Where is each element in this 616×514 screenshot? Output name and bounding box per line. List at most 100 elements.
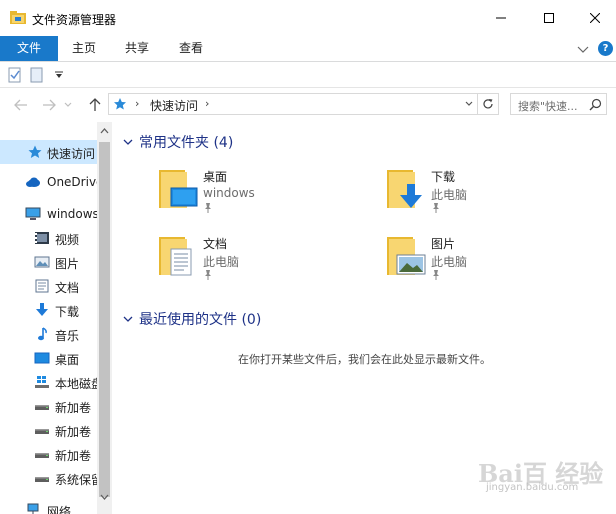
drive-icon [35, 405, 49, 410]
address-bar[interactable]: › 快速访问 › [108, 93, 478, 115]
folder-location: 此电脑 [431, 188, 468, 202]
chevron-down-icon[interactable] [576, 42, 590, 56]
network-icon [27, 503, 39, 514]
ribbon-tabs: 文件 主页 共享 查看 ? [0, 36, 616, 62]
breadcrumb-separator[interactable]: › [135, 97, 139, 110]
nav-item-downloads[interactable]: 下载 [0, 298, 97, 322]
nav-item-documents[interactable]: 文档 [0, 274, 97, 298]
customize-toolbar-icon[interactable] [55, 71, 63, 79]
nav-item-label: 新加卷 [55, 401, 92, 415]
nav-item-volume[interactable]: 新加卷 [0, 442, 97, 466]
recent-files-empty-message: 在你打开某些文件后，我们会在此处显示最新文件。 [238, 353, 491, 366]
drive-icon [35, 453, 49, 458]
folder-tile-documents[interactable]: 文档 此电脑 [157, 235, 357, 291]
documents-folder-icon [159, 237, 192, 276]
video-icon [35, 232, 49, 244]
nav-item-label: 下载 [55, 305, 80, 319]
folder-tile-downloads[interactable]: 下载 此电脑 [385, 168, 585, 224]
windows-drive-icon [35, 376, 49, 388]
navigation-pane-scrollbar[interactable] [97, 122, 112, 514]
scroll-down-icon[interactable] [100, 494, 109, 500]
pc-monitor-icon [25, 207, 41, 220]
nav-item-label: 桌面 [55, 353, 80, 367]
nav-item-label: OneDrive [47, 175, 97, 189]
nav-item-pictures[interactable]: 图片 [0, 250, 97, 274]
title-bar[interactable]: 文件资源管理器 [0, 0, 616, 36]
nav-item-label: 快速访问 [47, 147, 96, 161]
breadcrumb-quick-access[interactable]: 快速访问 [150, 97, 198, 114]
desktop-icon [34, 352, 50, 364]
close-icon [590, 13, 600, 23]
search-placeholder: 搜索"快速... [518, 100, 578, 113]
back-button[interactable] [12, 96, 30, 114]
nav-item-label: 新加卷 [55, 425, 92, 439]
folder-location: 此电脑 [431, 255, 468, 269]
nav-item-label: 网络 [47, 505, 72, 514]
help-button[interactable]: ? [598, 41, 613, 56]
frequent-folders-header[interactable]: 常用文件夹 (4) [122, 132, 233, 152]
nav-item-music[interactable]: 音乐 [0, 322, 97, 346]
folder-name: 下载 [431, 170, 456, 184]
pin-icon[interactable] [431, 203, 441, 213]
arrow-right-icon [43, 99, 56, 111]
folder-name: 文档 [203, 237, 228, 251]
arrow-left-icon [14, 99, 27, 111]
refresh-button[interactable] [477, 93, 499, 115]
recent-files-header[interactable]: 最近使用的文件 (0) [122, 309, 261, 329]
chevron-down-icon [123, 139, 133, 145]
new-folder-icon[interactable] [30, 67, 44, 83]
maximize-icon [544, 13, 554, 23]
nav-item-label: 视频 [55, 233, 80, 247]
maximize-button[interactable] [526, 0, 572, 36]
nav-item-desktop[interactable]: 桌面 [0, 346, 97, 370]
breadcrumb-separator[interactable]: › [205, 97, 209, 110]
scrollbar-thumb[interactable] [99, 142, 110, 497]
folder-tile-desktop[interactable]: 桌面 windows [157, 168, 357, 224]
tab-view[interactable]: 查看 [164, 36, 218, 61]
nav-item-label: windows [47, 207, 97, 221]
tab-file[interactable]: 文件 [0, 36, 58, 61]
onedrive-cloud-icon [26, 177, 40, 187]
nav-item-local-disk[interactable]: 本地磁盘 [0, 370, 97, 394]
search-box[interactable]: 搜索"快速... [510, 93, 607, 115]
watermark-url: jingyan.baidu.com [486, 482, 579, 493]
up-button[interactable] [86, 96, 104, 114]
nav-item-system-reserved[interactable]: 系统保留 [0, 466, 97, 490]
tab-share[interactable]: 共享 [110, 36, 164, 61]
nav-item-label: 本地磁盘 [55, 377, 97, 391]
close-button[interactable] [572, 0, 616, 36]
tab-home[interactable]: 主页 [58, 36, 110, 61]
nav-item-quick-access[interactable]: 快速访问 [0, 140, 97, 164]
minimize-icon [496, 17, 506, 19]
nav-item-network[interactable]: 网络 [0, 498, 97, 514]
pin-star-icon [28, 145, 42, 158]
chevron-down-icon [123, 316, 133, 322]
nav-item-onedrive[interactable]: OneDrive [0, 170, 97, 194]
window-title: 文件资源管理器 [32, 13, 117, 27]
forward-button[interactable] [40, 96, 58, 114]
pin-icon[interactable] [203, 270, 213, 280]
refresh-icon [482, 99, 493, 109]
group-title: 常用文件夹 (4) [139, 135, 234, 151]
folder-location: 此电脑 [203, 255, 240, 269]
recent-locations-button[interactable] [62, 96, 74, 114]
nav-item-volume[interactable]: 新加卷 [0, 394, 97, 418]
nav-item-videos[interactable]: 视频 [0, 226, 97, 250]
folder-tile-pictures[interactable]: 图片 此电脑 [385, 235, 585, 291]
scroll-up-icon[interactable] [100, 128, 109, 134]
pictures-icon [34, 256, 50, 268]
pin-icon[interactable] [431, 270, 441, 280]
chevron-down-icon[interactable] [465, 101, 473, 107]
nav-item-volume[interactable]: 新加卷 [0, 418, 97, 442]
folder-name: 图片 [431, 237, 456, 251]
nav-item-label: 系统保留 [55, 473, 97, 487]
properties-icon[interactable] [8, 67, 22, 83]
download-icon [36, 303, 48, 316]
pin-icon[interactable] [203, 203, 213, 213]
nav-item-this-pc[interactable]: windows [0, 202, 97, 226]
folder-name: 桌面 [203, 170, 228, 184]
downloads-folder-icon [387, 170, 422, 208]
pictures-folder-icon [387, 237, 426, 275]
drive-icon [35, 477, 49, 482]
minimize-button[interactable] [478, 0, 524, 36]
